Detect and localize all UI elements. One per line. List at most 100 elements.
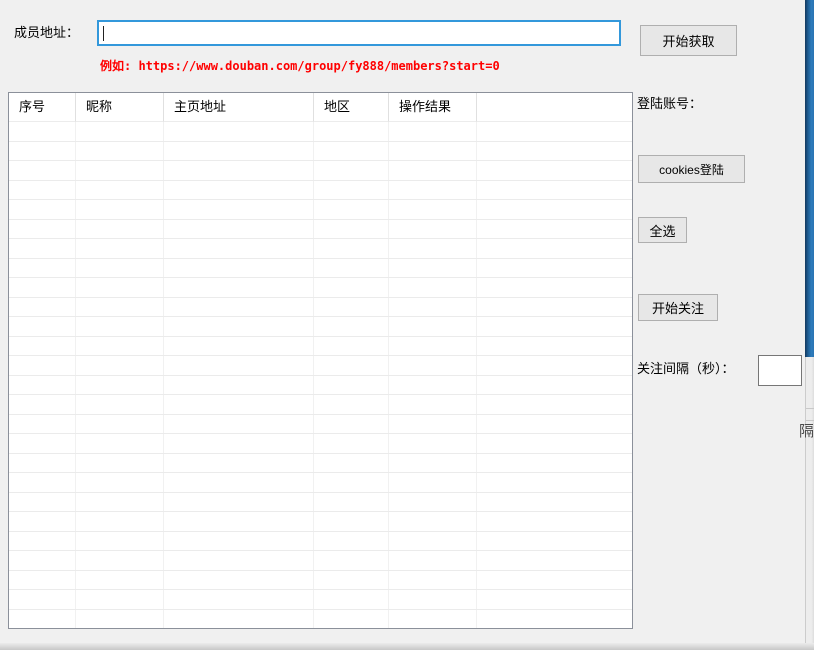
table-cell	[389, 356, 477, 375]
column-header-region[interactable]: 地区	[314, 93, 389, 122]
table-cell	[164, 122, 314, 141]
table-cell	[76, 512, 164, 531]
table-cell	[314, 395, 389, 414]
table-cell	[314, 356, 389, 375]
background-window-divider	[806, 420, 814, 421]
clipped-background-text: 隔	[799, 423, 813, 441]
member-address-input[interactable]	[97, 20, 621, 46]
table-row	[9, 532, 632, 552]
text-caret	[103, 26, 104, 41]
table-cell	[9, 259, 76, 278]
table-cell	[477, 376, 632, 395]
table-cell	[9, 590, 76, 609]
background-window-divider	[806, 408, 814, 409]
table-cell	[9, 610, 76, 629]
table-row	[9, 317, 632, 337]
table-cell	[164, 142, 314, 161]
follow-interval-input[interactable]	[758, 355, 802, 386]
table-cell	[76, 434, 164, 453]
table-cell	[389, 122, 477, 141]
table-cell	[389, 142, 477, 161]
table-cell	[164, 239, 314, 258]
table-cell	[477, 512, 632, 531]
start-follow-button[interactable]: 开始关注	[638, 294, 718, 321]
table-cell	[164, 571, 314, 590]
table-cell	[164, 551, 314, 570]
table-cell	[477, 337, 632, 356]
table-row	[9, 434, 632, 454]
table-cell	[477, 161, 632, 180]
table-cell	[76, 278, 164, 297]
table-row	[9, 337, 632, 357]
table-cell	[389, 434, 477, 453]
table-cell	[314, 142, 389, 161]
table-cell	[9, 181, 76, 200]
table-cell	[9, 493, 76, 512]
table-cell	[314, 298, 389, 317]
table-cell	[314, 512, 389, 531]
table-cell	[9, 551, 76, 570]
table-cell	[389, 259, 477, 278]
table-cell	[314, 376, 389, 395]
table-cell	[76, 376, 164, 395]
start-fetch-button[interactable]: 开始获取	[640, 25, 737, 56]
table-cell	[164, 220, 314, 239]
table-cell	[389, 493, 477, 512]
table-cell	[76, 356, 164, 375]
table-cell	[477, 493, 632, 512]
column-header-blank[interactable]	[477, 93, 632, 122]
select-all-button[interactable]: 全选	[638, 217, 687, 243]
table-cell	[164, 278, 314, 297]
table-row	[9, 278, 632, 298]
table-cell	[477, 200, 632, 219]
table-cell	[314, 220, 389, 239]
table-row	[9, 200, 632, 220]
table-cell	[314, 610, 389, 629]
table-cell	[9, 239, 76, 258]
table-cell	[76, 590, 164, 609]
table-cell	[76, 415, 164, 434]
table-cell	[389, 610, 477, 629]
table-row	[9, 590, 632, 610]
cookies-login-button[interactable]: cookies登陆	[638, 155, 745, 183]
table-cell	[314, 473, 389, 492]
table-cell	[389, 220, 477, 239]
table-row	[9, 122, 632, 142]
table-cell	[9, 298, 76, 317]
column-header-homepage-url[interactable]: 主页地址	[164, 93, 314, 122]
table-cell	[76, 532, 164, 551]
table-cell	[477, 454, 632, 473]
table-row	[9, 415, 632, 435]
table-cell	[389, 415, 477, 434]
table-cell	[389, 395, 477, 414]
table-cell	[314, 239, 389, 258]
table-cell	[389, 376, 477, 395]
table-cell	[477, 220, 632, 239]
table-cell	[164, 181, 314, 200]
column-header-operation-result[interactable]: 操作结果	[389, 93, 477, 122]
member-listview[interactable]: 序号昵称主页地址地区操作结果	[8, 92, 633, 629]
table-cell	[76, 610, 164, 629]
table-row	[9, 239, 632, 259]
table-row	[9, 220, 632, 240]
column-header-nickname[interactable]: 昵称	[76, 93, 164, 122]
table-cell	[164, 434, 314, 453]
table-row	[9, 356, 632, 376]
table-row	[9, 512, 632, 532]
member-address-label: 成员地址：	[14, 25, 79, 41]
table-row	[9, 142, 632, 162]
table-cell	[164, 590, 314, 609]
column-header-index[interactable]: 序号	[9, 93, 76, 122]
table-cell	[389, 571, 477, 590]
table-cell	[9, 278, 76, 297]
table-cell	[76, 239, 164, 258]
table-cell	[164, 200, 314, 219]
table-cell	[76, 571, 164, 590]
table-cell	[164, 161, 314, 180]
table-cell	[164, 317, 314, 336]
table-cell	[9, 376, 76, 395]
table-cell	[76, 454, 164, 473]
table-cell	[164, 473, 314, 492]
table-cell	[389, 551, 477, 570]
table-cell	[389, 317, 477, 336]
